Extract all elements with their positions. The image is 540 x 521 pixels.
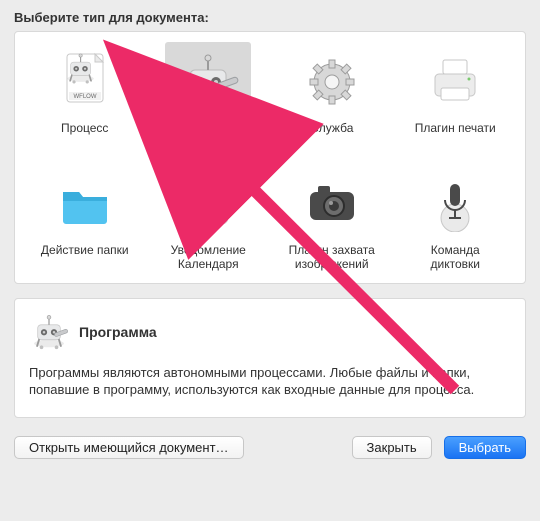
camera-icon	[289, 164, 375, 238]
dialog-heading: Выберите тип для документа:	[14, 10, 526, 25]
description-panel: Программа Программы являются автономными…	[14, 298, 526, 418]
type-label: Уведомление Календаря	[151, 242, 267, 273]
type-label: Действие папки	[34, 242, 136, 272]
description-icon	[29, 311, 69, 354]
type-application[interactable]: Программа	[151, 42, 267, 150]
service-icon	[289, 42, 375, 116]
type-grid: Процесс Программа Служба Плагин печати	[27, 42, 513, 273]
type-label: Команда диктовки	[398, 242, 514, 273]
type-calendar-alarm[interactable]: Уведомление Календаря	[151, 164, 267, 273]
printer-icon	[412, 42, 498, 116]
type-label: Служба	[303, 120, 360, 150]
type-label: Плагин захвата изображений	[274, 242, 390, 273]
folder-icon	[42, 164, 128, 238]
type-folder-action[interactable]: Действие папки	[27, 164, 143, 273]
type-label: Процесс	[54, 120, 115, 150]
workflow-icon	[42, 42, 128, 116]
application-icon	[165, 42, 251, 116]
description-body: Программы являются автономными процессам…	[29, 364, 511, 399]
type-label: Программа	[170, 120, 247, 150]
type-image-capture[interactable]: Плагин захвата изображений	[274, 164, 390, 273]
type-grid-container: Процесс Программа Служба Плагин печати	[14, 31, 526, 284]
open-existing-button[interactable]: Открыть имеющийся документ…	[14, 436, 244, 459]
type-workflow[interactable]: Процесс	[27, 42, 143, 150]
type-label: Плагин печати	[408, 120, 503, 150]
close-button[interactable]: Закрыть	[352, 436, 432, 459]
button-row: Открыть имеющийся документ… Закрыть Выбр…	[14, 436, 526, 459]
calendar-icon	[165, 164, 251, 238]
type-dictation[interactable]: Команда диктовки	[398, 164, 514, 273]
type-service[interactable]: Служба	[274, 42, 390, 150]
choose-button[interactable]: Выбрать	[444, 436, 526, 459]
microphone-icon	[412, 164, 498, 238]
type-print-plugin[interactable]: Плагин печати	[398, 42, 514, 150]
description-title: Программа	[79, 324, 157, 340]
